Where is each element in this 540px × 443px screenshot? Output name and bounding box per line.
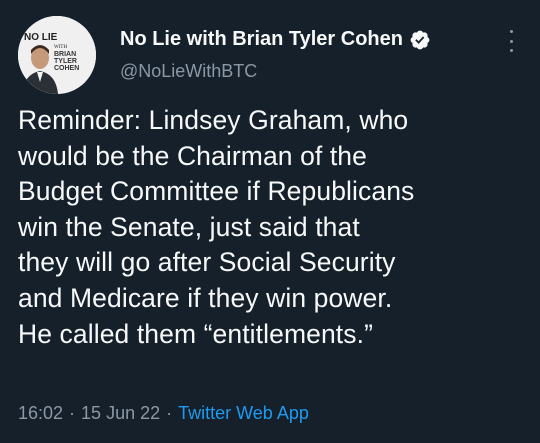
tweet-text-line: win the Senate, just said that xyxy=(18,211,360,242)
svg-text:COHEN: COHEN xyxy=(54,65,79,72)
separator-dot: · xyxy=(166,403,173,423)
author-display-name[interactable]: No Lie with Brian Tyler Cohen xyxy=(120,28,431,51)
svg-text:NO LIE: NO LIE xyxy=(24,32,58,43)
tweet-text-line: they will go after Social Security xyxy=(18,247,396,278)
svg-text:BRIAN: BRIAN xyxy=(54,51,76,58)
tweet-text-line: and Medicare if they win power. xyxy=(18,282,393,313)
more-options-icon[interactable] xyxy=(503,30,519,52)
tweet-text-line: would be the Chairman of the xyxy=(18,140,367,171)
tweet-metadata: 16:02 · 15 Jun 22 · Twitter Web App xyxy=(18,403,309,424)
svg-text:TYLER: TYLER xyxy=(54,58,77,65)
author-avatar[interactable]: NO LIE WITH BRIAN TYLER COHEN xyxy=(18,16,96,94)
tweet-text: Reminder: Lindsey Graham, who would be t… xyxy=(18,103,528,352)
display-name-text: No Lie with Brian Tyler Cohen xyxy=(120,28,403,50)
separator-dot: · xyxy=(69,403,76,423)
tweet-date[interactable]: 15 Jun 22 xyxy=(81,403,160,423)
tweet-text-line: He called them “entitlements.” xyxy=(18,318,374,349)
tweet-source-link[interactable]: Twitter Web App xyxy=(178,403,309,423)
tweet-text-line: Reminder: Lindsey Graham, who xyxy=(18,105,409,135)
verified-badge-icon xyxy=(410,30,430,49)
tweet-card: NO LIE WITH BRIAN TYLER COHEN No Lie wit… xyxy=(0,0,540,443)
tweet-text-line: Budget Committee if Republicans xyxy=(18,176,415,207)
svg-text:WITH: WITH xyxy=(54,45,67,50)
tweet-time[interactable]: 16:02 xyxy=(18,403,63,423)
avatar-image: NO LIE WITH BRIAN TYLER COHEN xyxy=(18,16,96,94)
author-handle[interactable]: @NoLieWithBTC xyxy=(120,61,257,82)
